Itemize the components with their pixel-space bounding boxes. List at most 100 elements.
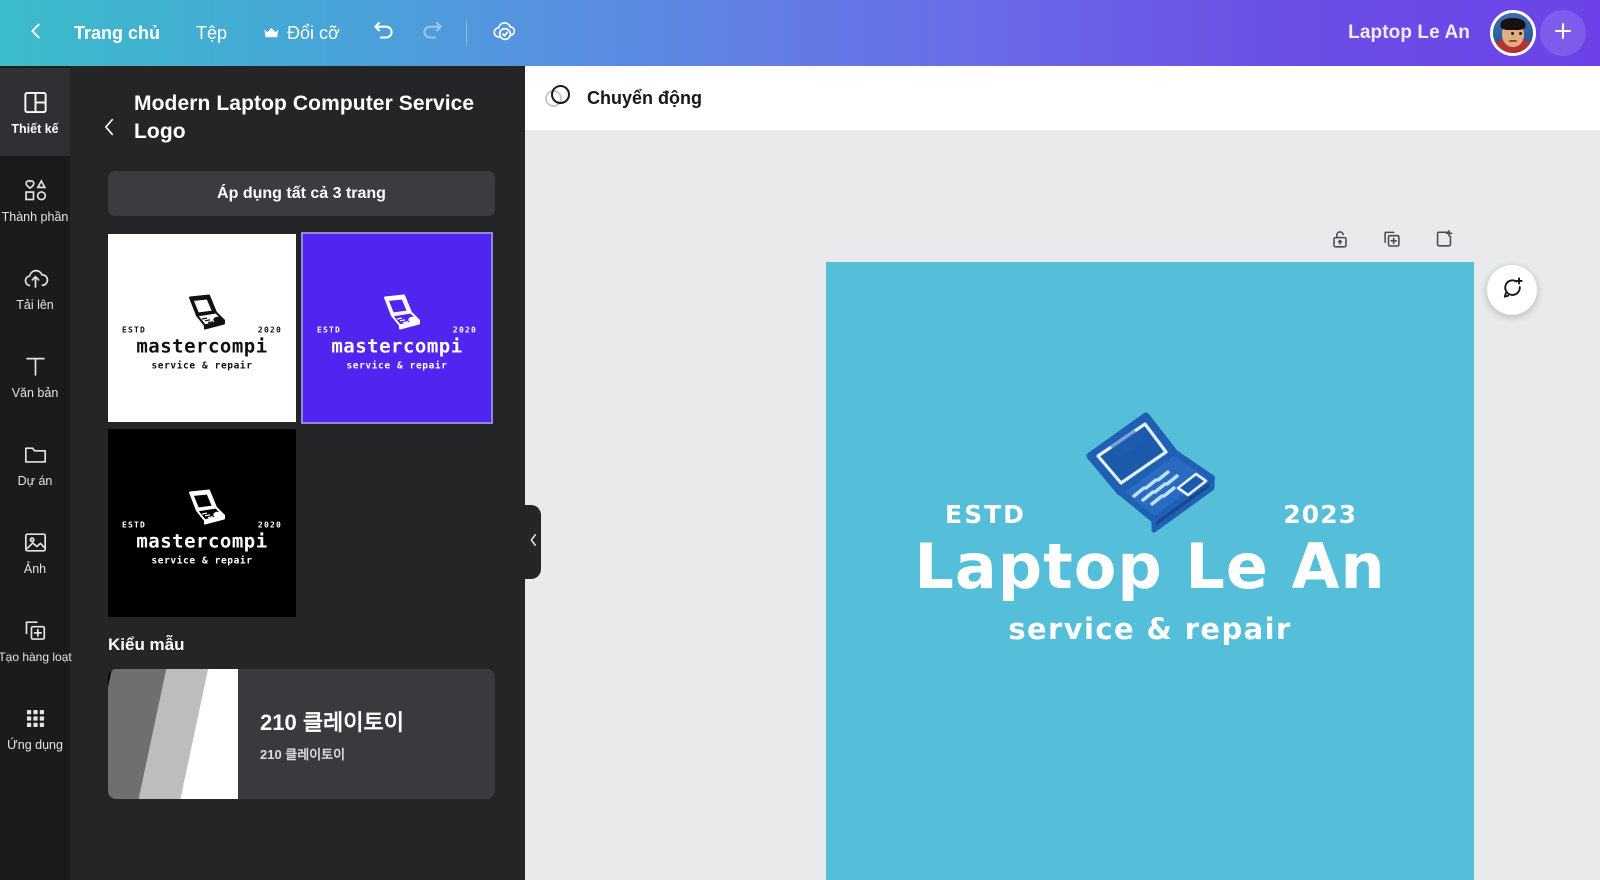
page-title: Modern Laptop Computer Service Logo — [134, 92, 475, 143]
text-t-icon — [22, 353, 49, 380]
menu-file-label: Tệp — [196, 22, 228, 43]
back-button[interactable] — [16, 13, 56, 53]
sidebar-item-text-label: Văn bản — [11, 385, 59, 400]
logo-preview: ESTD 2020 mastercompi service & repair — [317, 293, 477, 372]
menu-home[interactable]: Trang chủ — [56, 13, 178, 53]
chevron-left-icon — [102, 116, 117, 143]
animate-button[interactable]: Chuyển động — [587, 88, 702, 109]
panel-back-button[interactable] — [96, 114, 122, 144]
design-panel: Modern Laptop Computer Service Logo Áp d… — [70, 66, 525, 880]
sidebar-item-bulk-create[interactable]: Tạo hàng loạt — [0, 596, 72, 684]
template-thumbnail[interactable]: ESTD 2020 mastercompi service & repair — [108, 234, 296, 423]
panel-collapse-handle[interactable] — [525, 505, 541, 579]
undo-button[interactable] — [362, 13, 406, 53]
folder-icon — [22, 441, 49, 468]
sidebar-item-uploads[interactable]: Tải lên — [0, 244, 70, 332]
style-card-name: 210 클레이토이 — [260, 710, 405, 736]
logo-tagline: service & repair — [151, 555, 253, 567]
sidebar-item-elements-label: Thành phần — [1, 209, 69, 224]
style-card-subtitle: 210 클레이토이 — [260, 747, 346, 763]
grid-apps-icon — [22, 705, 49, 732]
add-comment-icon — [1500, 275, 1525, 305]
apply-all-pages-label: Áp dụng tất cả 3 trang — [217, 184, 386, 202]
template-thumbnail[interactable]: ESTD 2020 mastercompi service & repair — [108, 429, 296, 618]
template-thumbnail[interactable]: ESTD 2020 mastercompi service & repair — [301, 232, 493, 425]
style-preview-thumbnail — [108, 669, 238, 800]
chevron-left-icon — [529, 533, 538, 552]
toolbar-divider — [465, 20, 467, 46]
laptop-icon — [162, 488, 242, 530]
top-toolbar-left: Trang chủ Tệp Đổi cỡ — [16, 13, 527, 53]
sidebar-item-design[interactable]: Thiết kế — [0, 68, 70, 156]
style-card-meta: 210 클레이토이 210 클레이토이 — [238, 669, 404, 799]
layout-icon — [22, 89, 49, 116]
sidebar-item-photos-label: Ảnh — [23, 561, 47, 576]
template-thumbnail-grid: ESTD 2020 mastercompi service & repair E… — [70, 216, 495, 618]
duplicate-button[interactable] — [1377, 226, 1407, 256]
redo-icon — [419, 18, 445, 49]
logo-brand-name: mastercompi — [136, 335, 268, 358]
logo-brand-name: mastercompi — [331, 335, 463, 358]
add-comment-button[interactable] — [1487, 265, 1537, 315]
menu-resize[interactable]: Đổi cỡ — [245, 13, 358, 53]
logo-brand-name: mastercompi — [136, 530, 268, 553]
menu-resize-label: Đổi cỡ — [287, 22, 340, 43]
sidebar-item-projects[interactable]: Dự án — [0, 420, 70, 508]
duplicate-icon — [1381, 228, 1403, 255]
apply-all-pages-button[interactable]: Áp dụng tất cả 3 trang — [108, 171, 495, 217]
unlock-icon — [1329, 228, 1351, 255]
editor-area: Chuyển động ESTD 2023 Laptop Le An servi… — [525, 66, 1600, 880]
style-card[interactable]: 210 클레이토이 210 클레이토이 — [108, 669, 495, 800]
top-toolbar: Trang chủ Tệp Đổi cỡ Laptop Le An — [0, 0, 1600, 66]
logo-year-label: 2020 — [257, 325, 282, 335]
logo-preview: ESTD 2020 mastercompi service & repair — [122, 488, 282, 567]
image-icon — [22, 529, 49, 556]
add-page-icon — [1433, 228, 1455, 255]
user-avatar[interactable] — [1490, 10, 1536, 56]
sidebar-item-elements[interactable]: Thành phần — [0, 156, 70, 244]
canvas-estd-label: ESTD — [945, 499, 1026, 529]
sidebar-item-apps[interactable]: Ứng dụng — [0, 684, 70, 772]
sidebar-item-design-label: Thiết kế — [11, 121, 59, 136]
sidebar-item-text[interactable]: Văn bản — [0, 332, 70, 420]
lock-button[interactable] — [1325, 226, 1355, 256]
logo-tagline: service & repair — [346, 360, 448, 372]
bulk-create-icon — [22, 617, 49, 644]
redo-button[interactable] — [410, 13, 454, 53]
laptop-icon — [162, 293, 242, 335]
logo-preview: ESTD 2020 mastercompi service & repair — [122, 293, 282, 372]
logo-tagline: service & repair — [151, 360, 253, 372]
sidebar-item-apps-label: Ứng dụng — [7, 737, 63, 752]
document-title[interactable]: Laptop Le An — [1348, 22, 1470, 44]
sidebar-item-uploads-label: Tải lên — [16, 297, 54, 312]
canvas-tagline[interactable]: service & repair — [1008, 612, 1291, 646]
laptop-icon — [357, 293, 437, 335]
crown-icon — [263, 26, 280, 40]
left-rail: Thiết kế Thành phần Tải lên Văn bản Dự á… — [0, 66, 72, 880]
menu-file[interactable]: Tệp — [178, 13, 245, 53]
design-canvas[interactable]: ESTD 2023 Laptop Le An service & repair — [826, 262, 1474, 880]
canvas-brand-name[interactable]: Laptop Le An — [914, 536, 1385, 598]
editor-top-bar: Chuyển động — [525, 66, 1600, 130]
plus-icon — [1551, 19, 1575, 48]
shapes-icon — [22, 177, 49, 204]
logo-year-label: 2020 — [452, 325, 477, 335]
menu-home-label: Trang chủ — [74, 22, 161, 43]
panel-header: Modern Laptop Computer Service Logo — [70, 66, 525, 145]
logo-estd-label: ESTD — [122, 520, 147, 530]
object-toolbar — [1325, 226, 1459, 256]
canvas-year-label: 2023 — [1283, 499, 1357, 529]
upload-cloud-icon — [22, 265, 49, 292]
saved-status-button[interactable] — [483, 13, 527, 53]
canvas-logo-artwork[interactable]: ESTD 2023 Laptop Le An service & repair — [826, 408, 1474, 646]
canvas-stage: ESTD 2023 Laptop Le An service & repair — [525, 130, 1600, 880]
laptop-illustration — [1050, 408, 1250, 538]
cloud-check-icon — [492, 18, 518, 49]
sidebar-item-photos[interactable]: Ảnh — [0, 508, 70, 596]
sidebar-item-projects-label: Dự án — [17, 473, 53, 488]
logo-estd-label: ESTD — [122, 325, 147, 335]
add-page-button[interactable] — [1429, 226, 1459, 256]
motion-circles-icon — [543, 82, 575, 114]
add-collaborator-button[interactable] — [1540, 10, 1586, 56]
logo-year-label: 2020 — [257, 520, 282, 530]
